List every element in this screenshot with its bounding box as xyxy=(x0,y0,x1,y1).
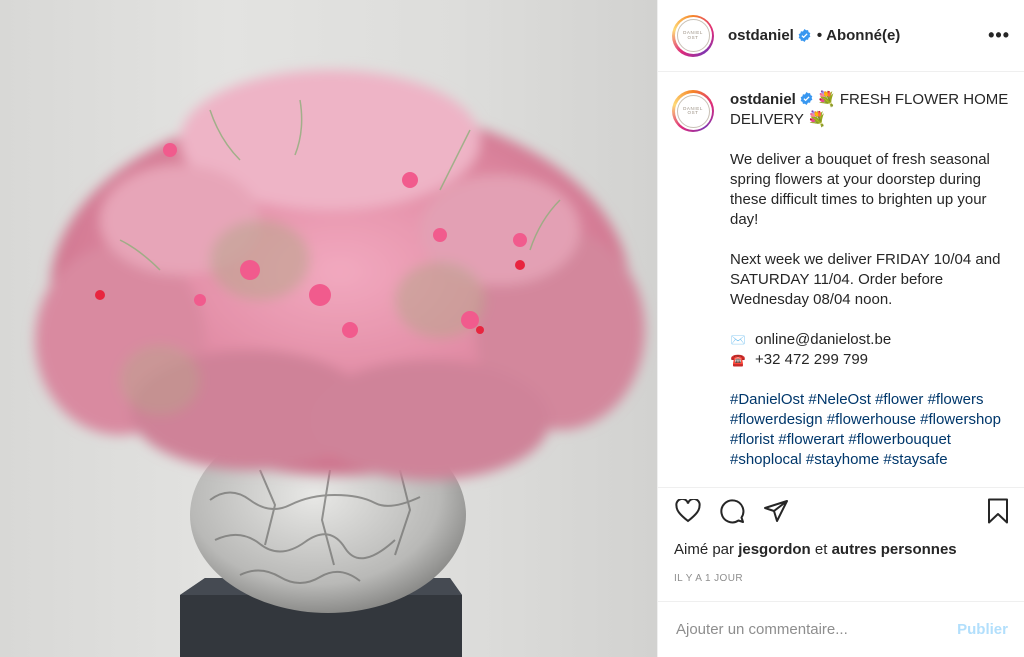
bouquet-icon-end: 💐 xyxy=(807,111,827,128)
caption-paragraph-2: Next week we deliver FRIDAY 10/04 and SA… xyxy=(730,251,1001,308)
contact-phone-line: ☎️ +32 472 299 799 xyxy=(730,350,1010,370)
caption-hashtags[interactable]: #DanielOst #NeleOst #flower #flowers #fl… xyxy=(730,390,1010,470)
avatar-logo: DANIEL OST xyxy=(676,19,710,52)
instagram-post: DANIEL OST ostdaniel • Abonné(e) ••• DAN… xyxy=(0,0,1024,657)
telephone-icon: ☎️ xyxy=(730,353,746,367)
post-header: DANIEL OST ostdaniel • Abonné(e) ••• xyxy=(658,0,1024,72)
contact-phone: +32 472 299 799 xyxy=(755,351,869,368)
header-separator: • xyxy=(816,27,823,44)
bouquet-icon: 💐 xyxy=(817,91,836,108)
caption-text: ostdaniel 💐 FRESH FLOWER HOME DELIVERY 💐… xyxy=(730,90,1010,487)
avatar-ring: DANIEL OST xyxy=(674,17,712,54)
header-username[interactable]: ostdaniel xyxy=(728,27,794,44)
publish-button[interactable]: Publier xyxy=(957,621,1008,638)
follow-status-button[interactable]: Abonné(e) xyxy=(826,27,900,44)
caption-avatar[interactable]: DANIEL OST xyxy=(672,90,714,132)
caption-title-line: ostdaniel 💐 FRESH FLOWER HOME DELIVERY 💐 xyxy=(730,90,1010,130)
comment-box: Publier xyxy=(658,601,1024,657)
share-icon[interactable] xyxy=(762,497,790,525)
comment-input[interactable] xyxy=(674,620,958,639)
post-actions xyxy=(658,487,1024,533)
likes-prefix: Aimé par xyxy=(674,541,735,558)
caption-avatar-logo: DANIEL OST xyxy=(676,94,710,128)
post-timestamp[interactable]: IL Y A 1 JOUR xyxy=(658,563,1024,595)
post-caption: DANIEL OST ostdaniel 💐 FRESH FLOWER HOME… xyxy=(658,72,1024,487)
post-image[interactable] xyxy=(0,0,657,657)
likes-others-button[interactable]: autres personnes xyxy=(832,541,957,558)
likes-user[interactable]: jesgordon xyxy=(738,541,811,558)
bookmark-icon[interactable] xyxy=(984,497,1012,525)
heart-icon[interactable] xyxy=(674,497,702,525)
post-details-panel: DANIEL OST ostdaniel • Abonné(e) ••• DAN… xyxy=(657,0,1024,657)
comment-icon[interactable] xyxy=(718,497,746,525)
likes-summary: Aimé par jesgordon et autres personnes xyxy=(658,533,1024,563)
caption-avatar-ring: DANIEL OST xyxy=(674,92,712,130)
caption-paragraph-1: We deliver a bouquet of fresh seasonal s… xyxy=(730,151,990,228)
verified-icon xyxy=(800,92,813,105)
flower-arrangement-illustration xyxy=(35,70,645,657)
contact-email: online@danielost.be xyxy=(755,331,892,348)
contact-email-line: ✉️ online@danielost.be xyxy=(730,330,1010,350)
avatar[interactable]: DANIEL OST xyxy=(672,14,714,57)
more-icon[interactable]: ••• xyxy=(988,25,1010,46)
verified-icon xyxy=(798,29,811,42)
caption-username[interactable]: ostdaniel xyxy=(730,91,796,108)
envelope-icon: ✉️ xyxy=(730,333,746,347)
likes-connector: et xyxy=(814,541,828,558)
